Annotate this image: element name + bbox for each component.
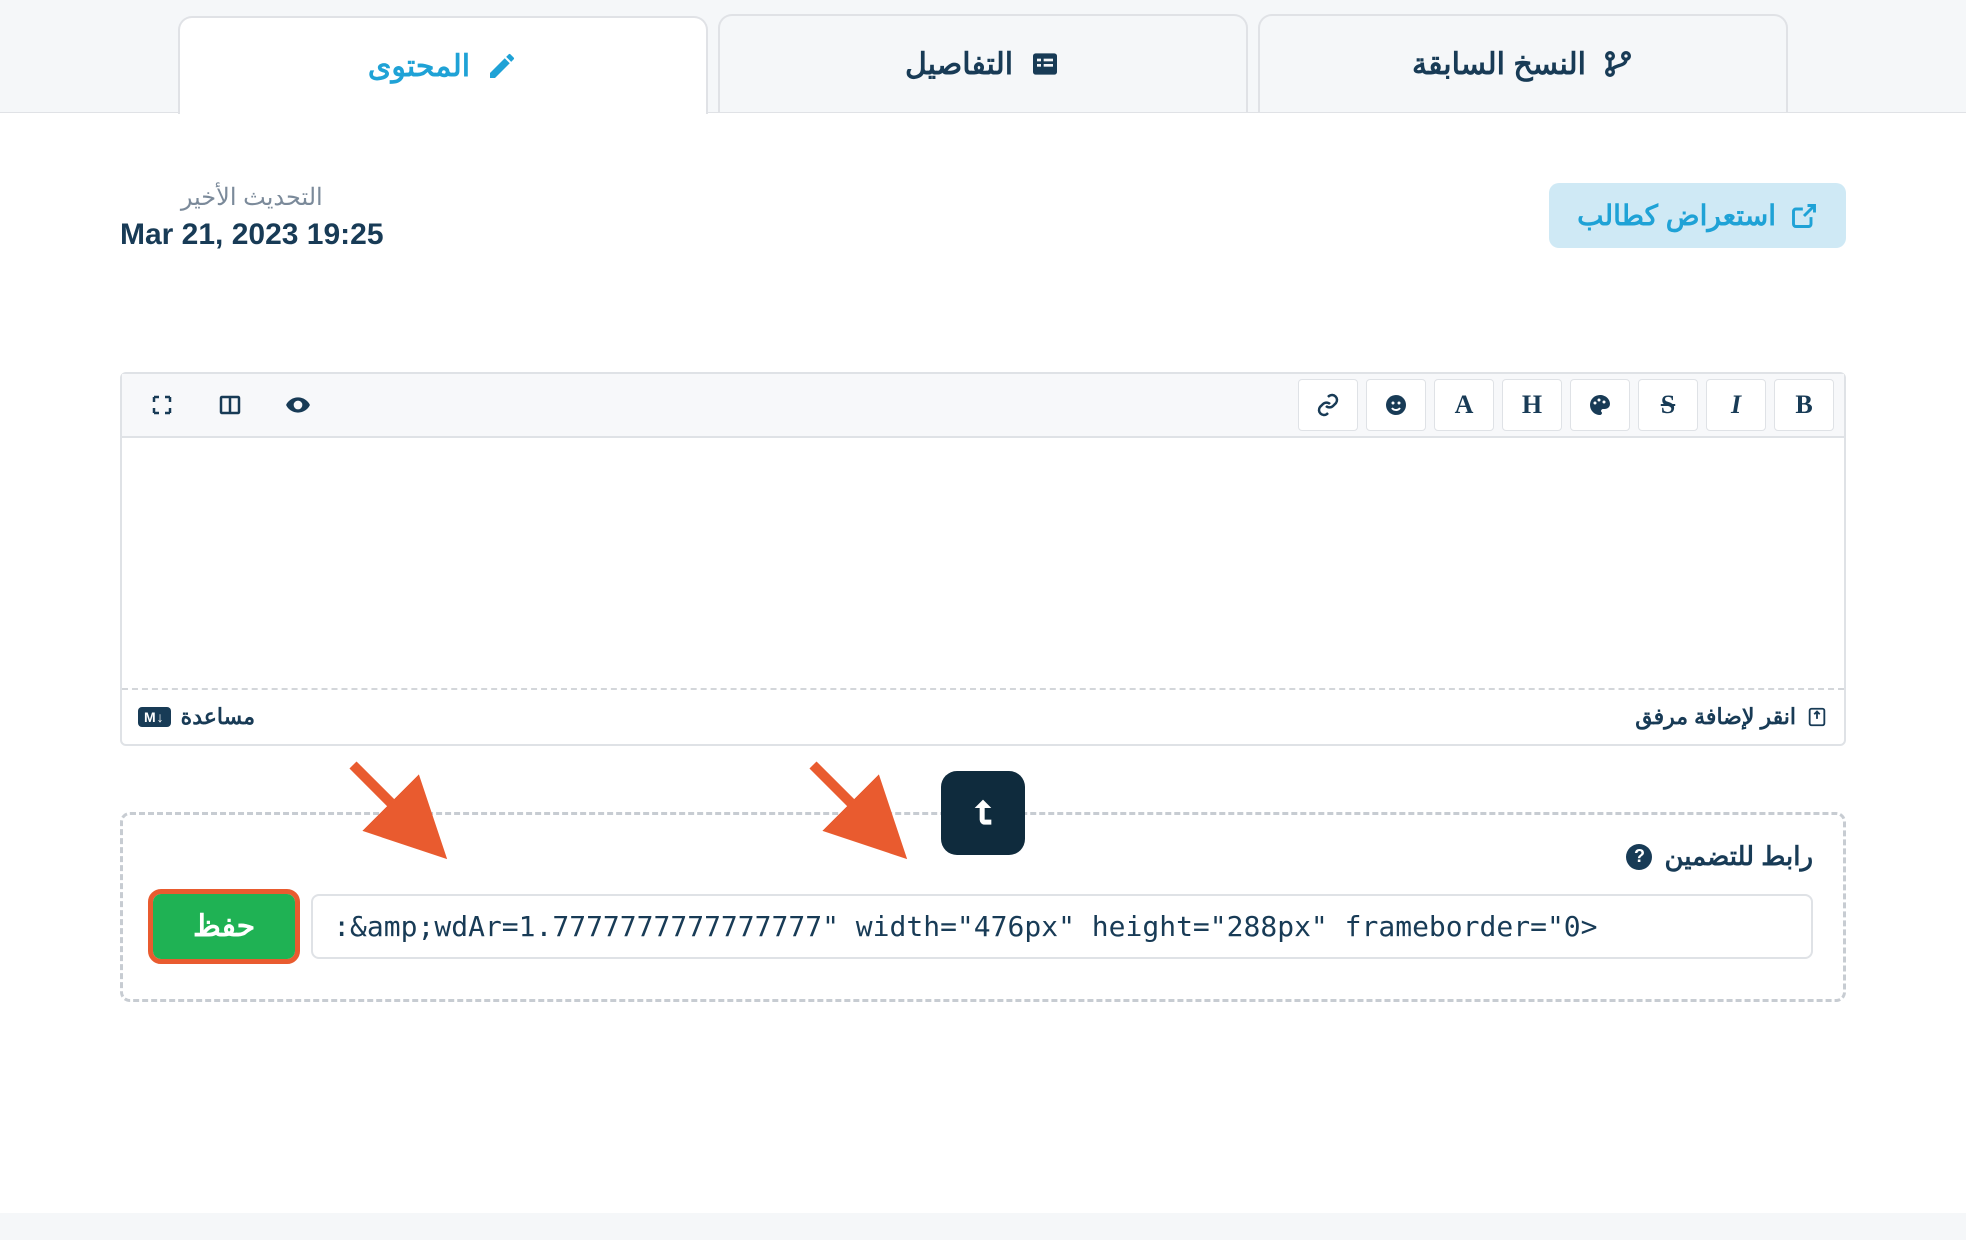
last-update-label: التحديث الأخير [120, 183, 384, 212]
tab-versions-label: النسخ السابقة [1412, 47, 1586, 82]
arrow-turn-up-icon [963, 793, 1003, 833]
markdown-editor: A H S I B M↓ مساعدة انقر لإضافة مرفق [120, 372, 1846, 746]
embed-section: رابط للتضمين ? حفظ [120, 812, 1846, 1002]
embed-link-input[interactable] [311, 894, 1813, 959]
preview-toggle-button[interactable] [268, 379, 328, 431]
palette-icon [1588, 393, 1612, 417]
italic-button[interactable]: I [1706, 379, 1766, 431]
fullscreen-button[interactable] [132, 379, 192, 431]
markdown-badge: M↓ [138, 707, 171, 727]
tab-content[interactable]: المحتوى [178, 16, 708, 114]
top-row: استعراض كطالب التحديث الأخير Mar 21, 202… [120, 183, 1846, 252]
tabs-container: المحتوى التفاصيل النسخ السابقة [0, 0, 1966, 113]
link-button[interactable] [1298, 379, 1358, 431]
emoji-button[interactable] [1366, 379, 1426, 431]
attach-label[interactable]: انقر لإضافة مرفق [1635, 704, 1796, 730]
list-icon [1029, 48, 1061, 80]
eye-icon [285, 392, 311, 418]
help-link[interactable]: مساعدة [181, 704, 255, 730]
tab-details[interactable]: التفاصيل [718, 14, 1248, 112]
pen-icon [486, 50, 518, 82]
strike-button[interactable]: S [1638, 379, 1698, 431]
annotation-arrow-2 [803, 755, 923, 875]
link-icon [1316, 393, 1340, 417]
preview-button-label: استعراض كطالب [1577, 199, 1776, 232]
save-button[interactable]: حفظ [153, 894, 295, 959]
insert-above-button[interactable] [941, 771, 1025, 855]
editor-toolbar: A H S I B [122, 374, 1844, 438]
fullscreen-icon [150, 393, 174, 417]
color-button[interactable] [1570, 379, 1630, 431]
smile-icon [1384, 393, 1408, 417]
heading-button[interactable]: H [1502, 379, 1562, 431]
attachment-icon [1806, 706, 1828, 728]
columns-icon [218, 393, 242, 417]
font-button[interactable]: A [1434, 379, 1494, 431]
last-update: التحديث الأخير Mar 21, 2023 19:25 [120, 183, 384, 252]
embed-label: رابط للتضمين [1664, 841, 1813, 872]
editor-footer: M↓ مساعدة انقر لإضافة مرفق [122, 688, 1844, 744]
tab-content-label: المحتوى [368, 49, 470, 84]
editor-textarea[interactable] [122, 438, 1844, 688]
branch-icon [1602, 48, 1634, 80]
annotation-arrow-1 [343, 755, 463, 875]
split-view-button[interactable] [200, 379, 260, 431]
tab-versions[interactable]: النسخ السابقة [1258, 14, 1788, 112]
preview-as-student-button[interactable]: استعراض كطالب [1549, 183, 1846, 248]
bold-button[interactable]: B [1774, 379, 1834, 431]
tab-details-label: التفاصيل [905, 47, 1013, 82]
content-area: استعراض كطالب التحديث الأخير Mar 21, 202… [0, 113, 1966, 1213]
external-link-icon [1790, 202, 1818, 230]
last-update-value: Mar 21, 2023 19:25 [120, 218, 384, 252]
help-icon[interactable]: ? [1626, 844, 1652, 870]
